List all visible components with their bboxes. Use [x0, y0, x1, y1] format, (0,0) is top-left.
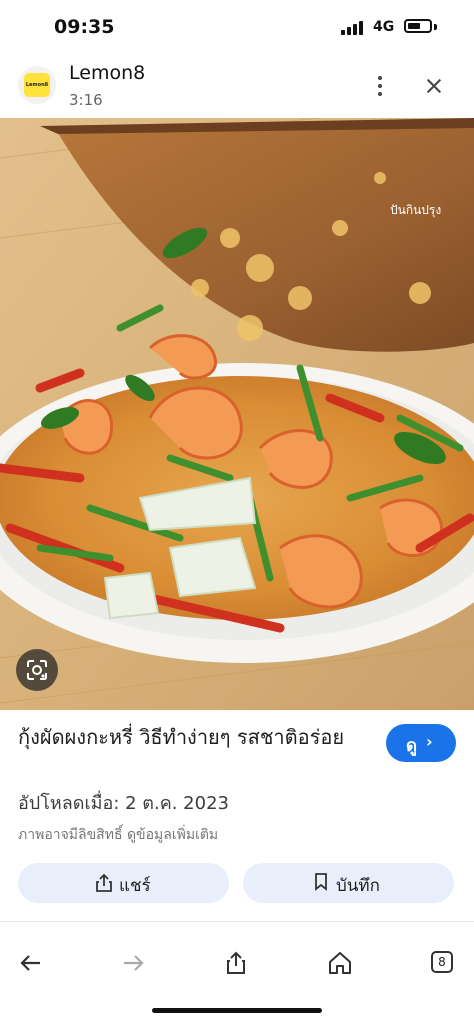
result-title[interactable]: กุ้งผัดผงกะหรี่ วิธีทำง่ายๆ รสชาติอร่อย	[18, 722, 358, 753]
status-time: 09:35	[54, 16, 115, 38]
share-icon	[96, 873, 112, 892]
browser-nav-bar: 8	[0, 935, 474, 991]
back-icon[interactable]	[13, 945, 49, 981]
view-button[interactable]: ดู ›	[386, 724, 456, 762]
close-icon[interactable]	[420, 70, 448, 102]
signal-icon	[341, 21, 365, 35]
share-label: แชร์	[119, 876, 151, 896]
divider	[0, 921, 474, 922]
share-button[interactable]: แชร์	[18, 863, 229, 903]
copyright-notice[interactable]: ภาพอาจมีลิขสิทธิ์ ดูข้อมูลเพิ่มเติม	[18, 824, 218, 846]
tabs-button[interactable]: 8	[424, 945, 460, 981]
app-subtitle: 3:16	[69, 91, 103, 109]
bookmark-icon	[315, 873, 327, 891]
save-button[interactable]: บันทึก	[243, 863, 454, 903]
home-indicator	[152, 1008, 322, 1013]
app-logo-text: Lemon8	[24, 73, 50, 97]
forward-icon[interactable]	[115, 945, 151, 981]
upload-date: อัปโหลดเมื่อ: 2 ต.ค. 2023	[18, 793, 229, 814]
save-label: บันทึก	[336, 876, 380, 896]
app-logo[interactable]: Lemon8	[18, 66, 56, 104]
watermark-text: ปันกินปรุง	[390, 203, 441, 218]
network-label: 4G	[373, 19, 395, 35]
chevron-right-icon: ›	[426, 732, 433, 751]
app-name: Lemon8	[69, 62, 146, 84]
more-options-icon[interactable]	[366, 70, 394, 102]
hero-image[interactable]: ปันกินปรุง	[0, 118, 474, 710]
home-icon[interactable]	[322, 945, 358, 981]
battery-tip	[434, 24, 437, 30]
app-header: Lemon8 Lemon8 3:16	[0, 56, 474, 118]
battery-icon	[404, 19, 432, 33]
lens-icon[interactable]	[16, 649, 58, 691]
share-page-icon[interactable]	[218, 945, 254, 981]
view-button-label: ดู	[406, 736, 418, 756]
status-bar: 09:35 4G	[0, 0, 474, 56]
tabs-count: 8	[431, 951, 453, 973]
